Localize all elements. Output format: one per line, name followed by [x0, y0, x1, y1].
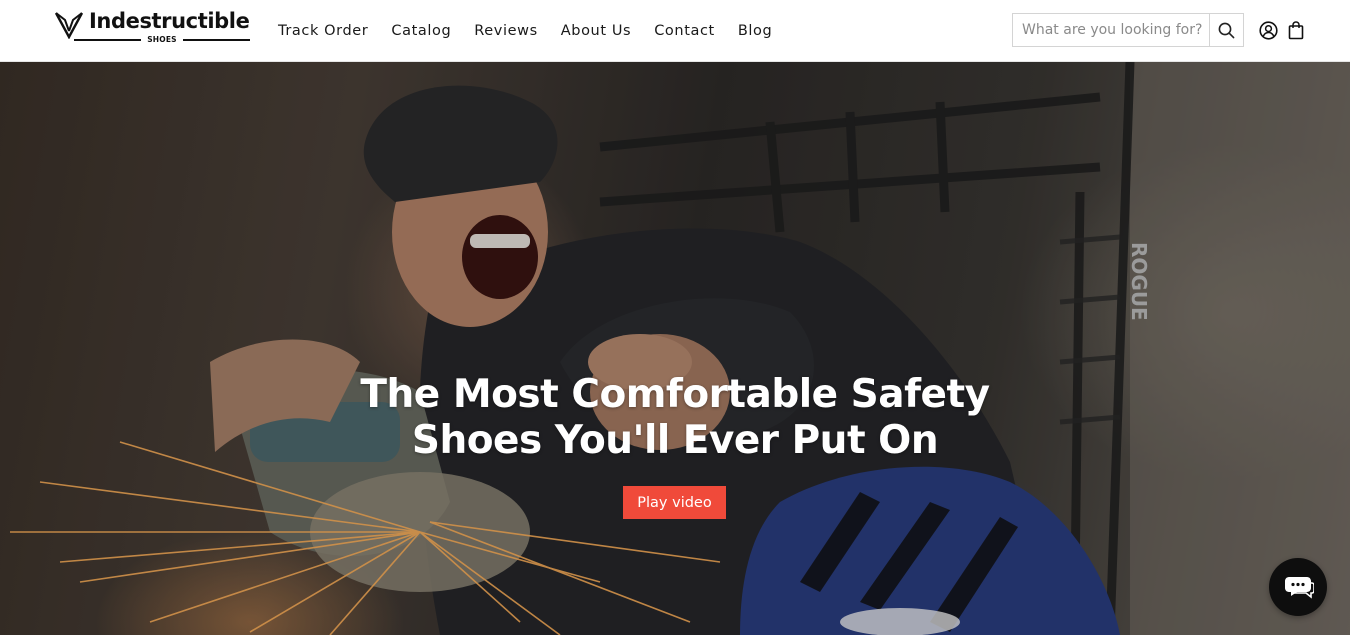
search-icon — [1218, 22, 1235, 38]
nav-reviews[interactable]: Reviews — [474, 23, 538, 39]
site-logo[interactable]: Indestructible SHOES — [54, 9, 258, 45]
shopping-bag-icon — [1288, 20, 1304, 39]
hero-title: The Most Comfortable Safety Shoes You'll… — [360, 372, 990, 464]
nav-catalog[interactable]: Catalog — [391, 23, 451, 39]
nav-about-us[interactable]: About Us — [561, 23, 631, 39]
chat-bubbles-icon — [1285, 577, 1314, 599]
user-circle-icon — [1258, 20, 1278, 40]
search-input[interactable] — [1013, 14, 1209, 46]
hero-title-line-2: Shoes You'll Ever Put On — [411, 418, 939, 463]
search-box — [1012, 13, 1244, 47]
logo-rule-right — [182, 39, 250, 41]
logo-subline: SHOES — [74, 35, 250, 45]
logo-subtext: SHOES — [147, 35, 177, 44]
chat-widget-button[interactable] — [1269, 558, 1327, 616]
logo-rule-left — [74, 39, 142, 41]
search-button[interactable] — [1209, 14, 1243, 46]
play-video-button[interactable]: Play video — [623, 486, 726, 519]
account-button[interactable] — [1258, 20, 1278, 40]
hero-banner: ROGUE The Most Comfortable Safety Shoes … — [0, 62, 1350, 635]
hero-title-line-1: The Most Comfortable Safety — [360, 372, 990, 417]
hero-overlay — [0, 62, 1350, 635]
main-nav: Track Order Catalog Reviews About Us Con… — [278, 0, 795, 62]
cart-button[interactable] — [1286, 20, 1306, 40]
logo-wordmark: Indestructible — [89, 9, 250, 33]
nav-blog[interactable]: Blog — [738, 23, 772, 39]
nav-contact[interactable]: Contact — [654, 23, 715, 39]
site-header: Indestructible SHOES Track Order Catalog… — [0, 0, 1350, 62]
nav-track-order[interactable]: Track Order — [278, 23, 368, 39]
